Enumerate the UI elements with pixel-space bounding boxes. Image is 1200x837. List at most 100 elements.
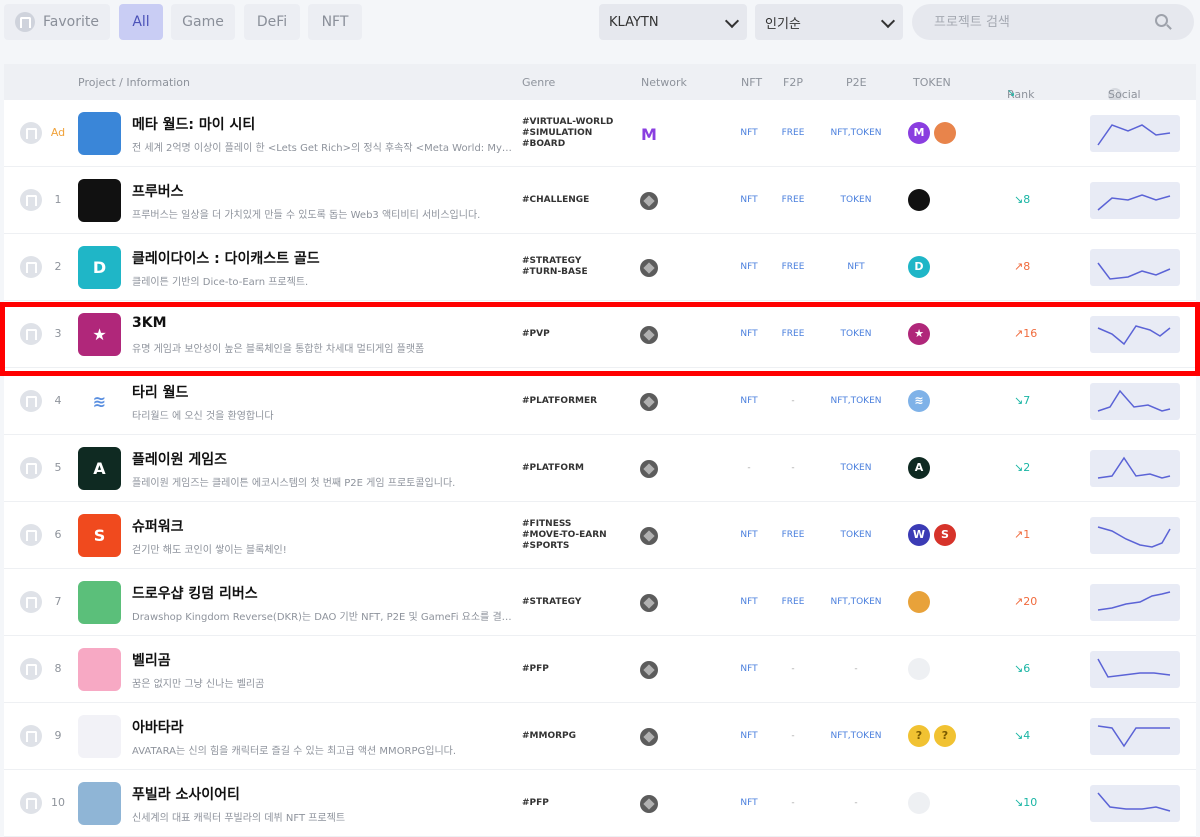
favorite-toggle-icon[interactable] xyxy=(20,256,42,278)
tab-all[interactable]: All xyxy=(119,4,163,40)
favorite-toggle-icon[interactable] xyxy=(20,658,42,680)
genre-tag[interactable]: #PLATFORM xyxy=(522,463,632,474)
nft-cell: NFT xyxy=(740,195,758,205)
tari-token-icon[interactable]: ≋ xyxy=(908,390,930,412)
m-token-icon[interactable]: M xyxy=(908,122,930,144)
genre-tag[interactable]: #PLATFORMER xyxy=(522,396,632,407)
social-7d-sparkline xyxy=(1090,249,1180,286)
project-logo[interactable]: A xyxy=(78,447,121,490)
p2e-cell: NFT,TOKEN xyxy=(830,396,882,406)
f2p-cell: - xyxy=(791,798,795,808)
genre-tag[interactable]: #VIRTUAL-WORLD xyxy=(522,117,632,128)
search-input[interactable] xyxy=(934,14,1134,30)
s-token-icon[interactable]: S xyxy=(934,524,956,546)
project-logo[interactable] xyxy=(78,112,121,155)
search-icon[interactable] xyxy=(1155,14,1168,27)
favorite-toggle-icon[interactable] xyxy=(20,591,42,613)
genre-tag[interactable]: #PFP xyxy=(522,664,632,675)
genre-tag[interactable]: #STRATEGY xyxy=(522,256,632,267)
dkr-token-icon[interactable] xyxy=(908,591,930,613)
favorite-filter-button[interactable]: Favorite xyxy=(4,4,110,40)
genre-tag[interactable]: #MMORPG xyxy=(522,731,632,742)
project-name[interactable]: 프루버스 xyxy=(132,181,184,201)
tab-defi[interactable]: DeFi xyxy=(244,4,300,40)
genre-tag[interactable]: #SIMULATION xyxy=(522,128,632,139)
favorite-toggle-icon[interactable] xyxy=(20,390,42,412)
table-row[interactable]: 8 벨리곰 꿈은 없지만 그냥 신나는 벨리곰 #PFP NFT - - ↘6 xyxy=(4,636,1196,703)
genre-tag[interactable]: #SPORTS xyxy=(522,541,632,552)
table-row[interactable]: 10 푸빌라 소사이어티 신세계의 대표 캐릭터 푸빌라의 데뷔 NFT 프로젝트 #… xyxy=(4,770,1196,837)
genre-tag[interactable]: #BOARD xyxy=(522,139,632,150)
genre-tag[interactable]: #MOVE-TO-EARN xyxy=(522,530,632,541)
project-logo[interactable]: ≋ xyxy=(78,380,121,423)
f2p-cell: FREE xyxy=(781,195,805,205)
unknown-token-icon[interactable]: ? xyxy=(908,725,930,747)
rank-change-value: 16 xyxy=(1023,327,1038,340)
table-row[interactable]: Ad 메타 월드: 마이 시티 전 세계 2억명 이상이 플레이 한 <Lets G… xyxy=(4,100,1196,167)
table-row[interactable]: 6 S 슈퍼워크 걷기만 해도 코인이 쌓이는 블록체인! #FITNESS #MOVE-… xyxy=(4,502,1196,569)
favorite-toggle-icon[interactable] xyxy=(20,725,42,747)
favorite-toggle-icon[interactable] xyxy=(20,792,42,814)
project-logo[interactable] xyxy=(78,648,121,691)
project-logo[interactable]: D xyxy=(78,246,121,289)
favorite-toggle-icon[interactable] xyxy=(20,457,42,479)
rank-up-arrow-icon: ↗ xyxy=(1014,260,1024,273)
klaytn-icon xyxy=(640,393,658,411)
table-row[interactable]: 5 A 플레이원 게임즈 플레이원 게임즈는 클레이튼 에코시스템의 첫 번째 P2E… xyxy=(4,435,1196,502)
p2e-cell: NFT xyxy=(847,262,865,272)
genre-tag[interactable]: #CHALLENGE xyxy=(522,195,632,206)
table-row[interactable]: 9 아바타라 AVATARA는 신의 힘을 캐릭터로 즐길 수 있는 최고급 액션 … xyxy=(4,703,1196,770)
project-name[interactable]: 메타 월드: 마이 시티 xyxy=(132,114,255,134)
favorite-toggle-icon[interactable] xyxy=(20,122,42,144)
sort-select[interactable]: 인기순 xyxy=(755,4,903,40)
project-name[interactable]: 슈퍼워크 xyxy=(132,516,184,536)
project-logo[interactable] xyxy=(78,581,121,624)
rank-change: ↘10 xyxy=(1014,796,1074,809)
project-name[interactable]: 푸빌라 소사이어티 xyxy=(132,784,240,804)
project-name[interactable]: 타리 월드 xyxy=(132,382,188,402)
table-row[interactable]: 4 ≋ 타리 월드 타리월드 에 오신 것을 환영합니다 #PLATFORMER NFT -… xyxy=(4,368,1196,435)
table-row[interactable]: 2 D 클레이다이스 : 다이캐스트 골드 클레이튼 기반의 Dice-to-Earn… xyxy=(4,234,1196,301)
fruverse-token-icon[interactable] xyxy=(908,189,930,211)
genre-tag[interactable]: #FITNESS xyxy=(522,519,632,530)
project-logo[interactable] xyxy=(78,179,121,222)
project-name[interactable]: 3KM xyxy=(132,315,167,331)
project-logo[interactable]: S xyxy=(78,514,121,557)
p2e-cell: TOKEN xyxy=(840,530,872,540)
project-name[interactable]: 플레이원 게임즈 xyxy=(132,449,227,469)
cloud-token-icon[interactable] xyxy=(934,122,956,144)
w-token-icon[interactable]: W xyxy=(908,524,930,546)
sparkline-path xyxy=(1097,124,1171,146)
empty-token-icon[interactable] xyxy=(908,792,930,814)
p2e-cell: - xyxy=(854,664,858,674)
genre-tag[interactable]: #STRATEGY xyxy=(522,597,632,608)
project-logo[interactable]: ★ xyxy=(78,313,121,356)
rank-change-value: 6 xyxy=(1023,662,1031,675)
project-name[interactable]: 벨리곰 xyxy=(132,650,171,670)
nft-cell: NFT xyxy=(740,530,758,540)
table-row[interactable]: 7 드로우샵 킹덤 리버스 Drawshop Kingdom Reverse(DKR… xyxy=(4,569,1196,636)
rank-down-arrow-icon: ↘ xyxy=(1014,461,1024,474)
tab-game[interactable]: Game xyxy=(171,4,235,40)
genre-tag[interactable]: #PVP xyxy=(522,329,632,340)
project-name[interactable]: 아바타라 xyxy=(132,717,184,737)
project-name[interactable]: 클레이다이스 : 다이캐스트 골드 xyxy=(132,248,320,268)
favorite-toggle-icon[interactable] xyxy=(20,323,42,345)
playone-token-icon[interactable]: A xyxy=(908,457,930,479)
table-row[interactable]: 1 프루버스 프루버스는 일상을 더 가치있게 만들 수 있도록 돕는 Web3 액… xyxy=(4,167,1196,234)
dice-token-icon[interactable]: D xyxy=(908,256,930,278)
project-logo[interactable] xyxy=(78,715,121,758)
f2p-cell: - xyxy=(791,463,795,473)
3km-token-icon[interactable]: ★ xyxy=(908,323,930,345)
genre-tag[interactable]: #PFP xyxy=(522,798,632,809)
favorite-toggle-icon[interactable] xyxy=(20,189,42,211)
genre-tag[interactable]: #TURN-BASE xyxy=(522,267,632,278)
project-name[interactable]: 드로우샵 킹덤 리버스 xyxy=(132,583,258,603)
empty-token-icon[interactable] xyxy=(908,658,930,680)
unknown-token-icon[interactable]: ? xyxy=(934,725,956,747)
project-logo[interactable] xyxy=(78,782,121,825)
favorite-toggle-icon[interactable] xyxy=(20,524,42,546)
table-row[interactable]: 3 ★ 3KM 유명 게임과 보안성이 높은 블록체인을 통합한 차세대 멀티게임 플… xyxy=(4,301,1196,368)
network-select[interactable]: KLAYTN xyxy=(599,4,747,40)
tab-nft[interactable]: NFT xyxy=(308,4,362,40)
